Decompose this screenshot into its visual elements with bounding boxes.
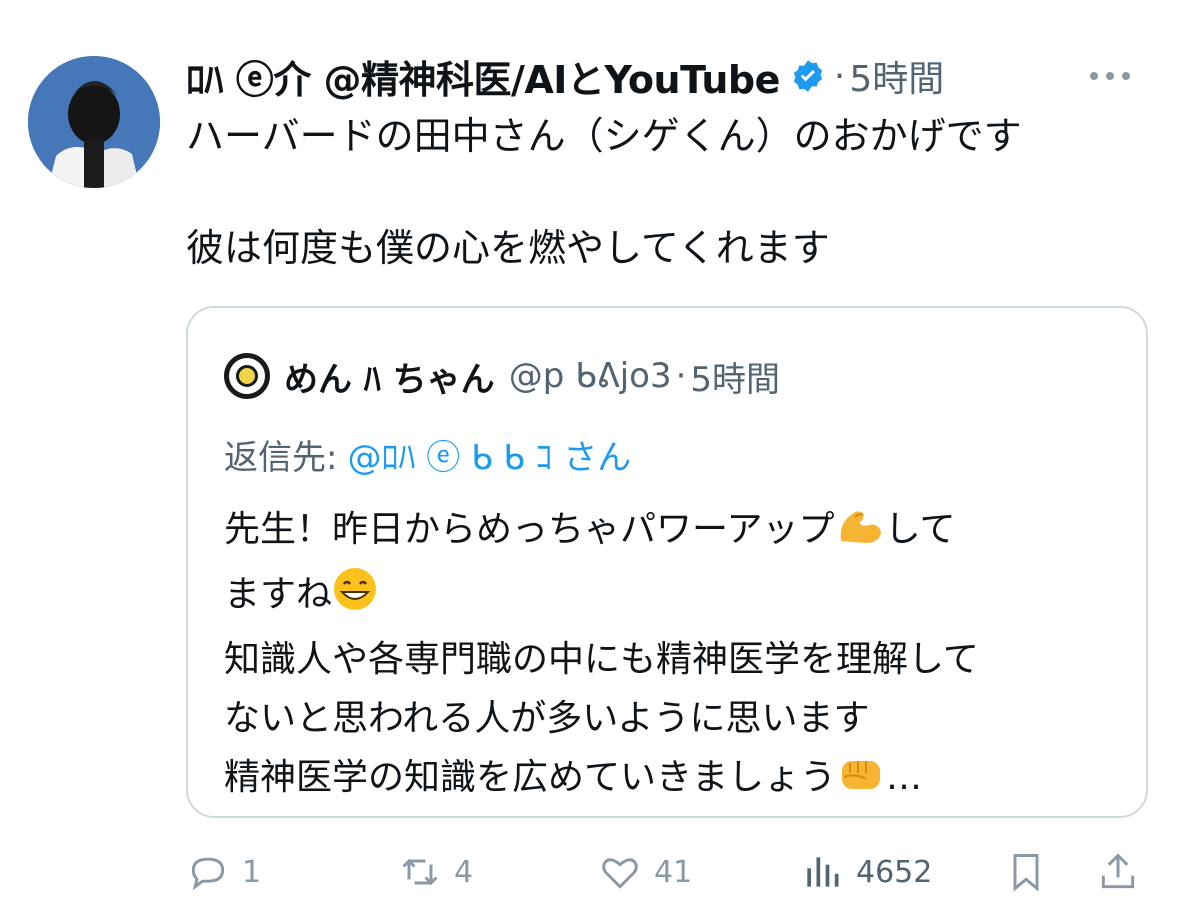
- reply-to-label: 返信先:: [224, 437, 338, 478]
- more-icon[interactable]: [1086, 62, 1134, 90]
- quoted-tweet-time: 5時間: [690, 359, 781, 400]
- action-bar: 1 4 41 4652: [186, 840, 1146, 904]
- grin-emoji: [332, 566, 378, 630]
- tweet-line: 彼は何度も僕の心を燃やしてくれます: [186, 226, 830, 270]
- separator-dot: ·: [675, 356, 687, 396]
- tweet-time[interactable]: 5時間: [849, 50, 944, 102]
- verified-icon: [790, 58, 826, 94]
- quoted-line: ないと思われる人が多いように思います: [224, 698, 870, 739]
- author-name[interactable]: ﾛﾊ ⓔ介 @精神科医/AIとYouTube: [186, 49, 780, 104]
- reply-count: 1: [242, 854, 262, 890]
- reply-to: 返信先: @ﾛﾊ ⓔ ᑲ ᑲ ｺ さん: [224, 426, 631, 482]
- reply-button[interactable]: 1: [186, 840, 261, 904]
- quoted-line: ますね: [224, 565, 1124, 630]
- tweet-line: ハーバードの田中さん（シゲくん）のおかげです: [186, 114, 1022, 158]
- separator-dot: ·: [833, 55, 846, 97]
- reply-icon: [191, 857, 225, 891]
- quoted-line: 知識人や各専門職の中にも精神医学を理解して: [224, 639, 979, 680]
- share-button[interactable]: [1096, 840, 1140, 904]
- quoted-tweet[interactable]: めん ﾊ ちゃん @p ᑲᕕjo3 · 5時間 返信先: @ﾛﾊ ⓔ ᑲ ᑲ ｺ…: [186, 306, 1148, 818]
- like-button[interactable]: 41: [598, 840, 692, 904]
- fist-emoji: [836, 751, 886, 813]
- muscle-emoji: [835, 503, 885, 565]
- quoted-line: 先生！昨日からめっちゃパワーアップ して: [224, 500, 1124, 565]
- quoted-author-handle: @p ᑲᕕjo3: [508, 356, 672, 396]
- tweet: ﾛﾊ ⓔ介 @精神科医/AIとYouTube · 5時間 ハーバードの田中さん（…: [0, 0, 1179, 920]
- views-icon: [807, 857, 839, 887]
- views-count: 4652: [856, 854, 933, 890]
- bookmark-button[interactable]: [1004, 840, 1048, 904]
- reply-to-mention[interactable]: @ﾛﾊ ⓔ ᑲ ᑲ ｺ さん: [347, 430, 631, 479]
- retweet-button[interactable]: 4: [398, 840, 473, 904]
- retweet-icon: [402, 858, 438, 886]
- quoted-author-avatar: [224, 353, 270, 399]
- retweet-count: 4: [454, 854, 474, 890]
- quoted-line: 精神医学の知識を広めていきましょう …: [224, 748, 1124, 813]
- share-icon: [1101, 853, 1135, 889]
- like-count: 41: [654, 854, 693, 890]
- like-icon: [602, 858, 638, 889]
- tweet-header: ﾛﾊ ⓔ介 @精神科医/AIとYouTube · 5時間: [186, 50, 1146, 102]
- bookmark-icon: [1013, 854, 1039, 892]
- quoted-tweet-header: めん ﾊ ちゃん @p ᑲᕕjo3 · 5時間: [224, 350, 780, 402]
- views-button[interactable]: 4652: [800, 840, 932, 904]
- quoted-author-name: めん ﾊ ちゃん: [284, 359, 495, 400]
- quoted-tweet-text: 先生！昨日からめっちゃパワーアップ して ますね 知識人や各専門職の中にも精神医…: [224, 500, 1124, 813]
- tweet-text: ハーバードの田中さん（シゲくん）のおかげです 彼は何度も僕の心を燃やしてくれます: [186, 108, 1146, 276]
- author-avatar[interactable]: [28, 56, 160, 188]
